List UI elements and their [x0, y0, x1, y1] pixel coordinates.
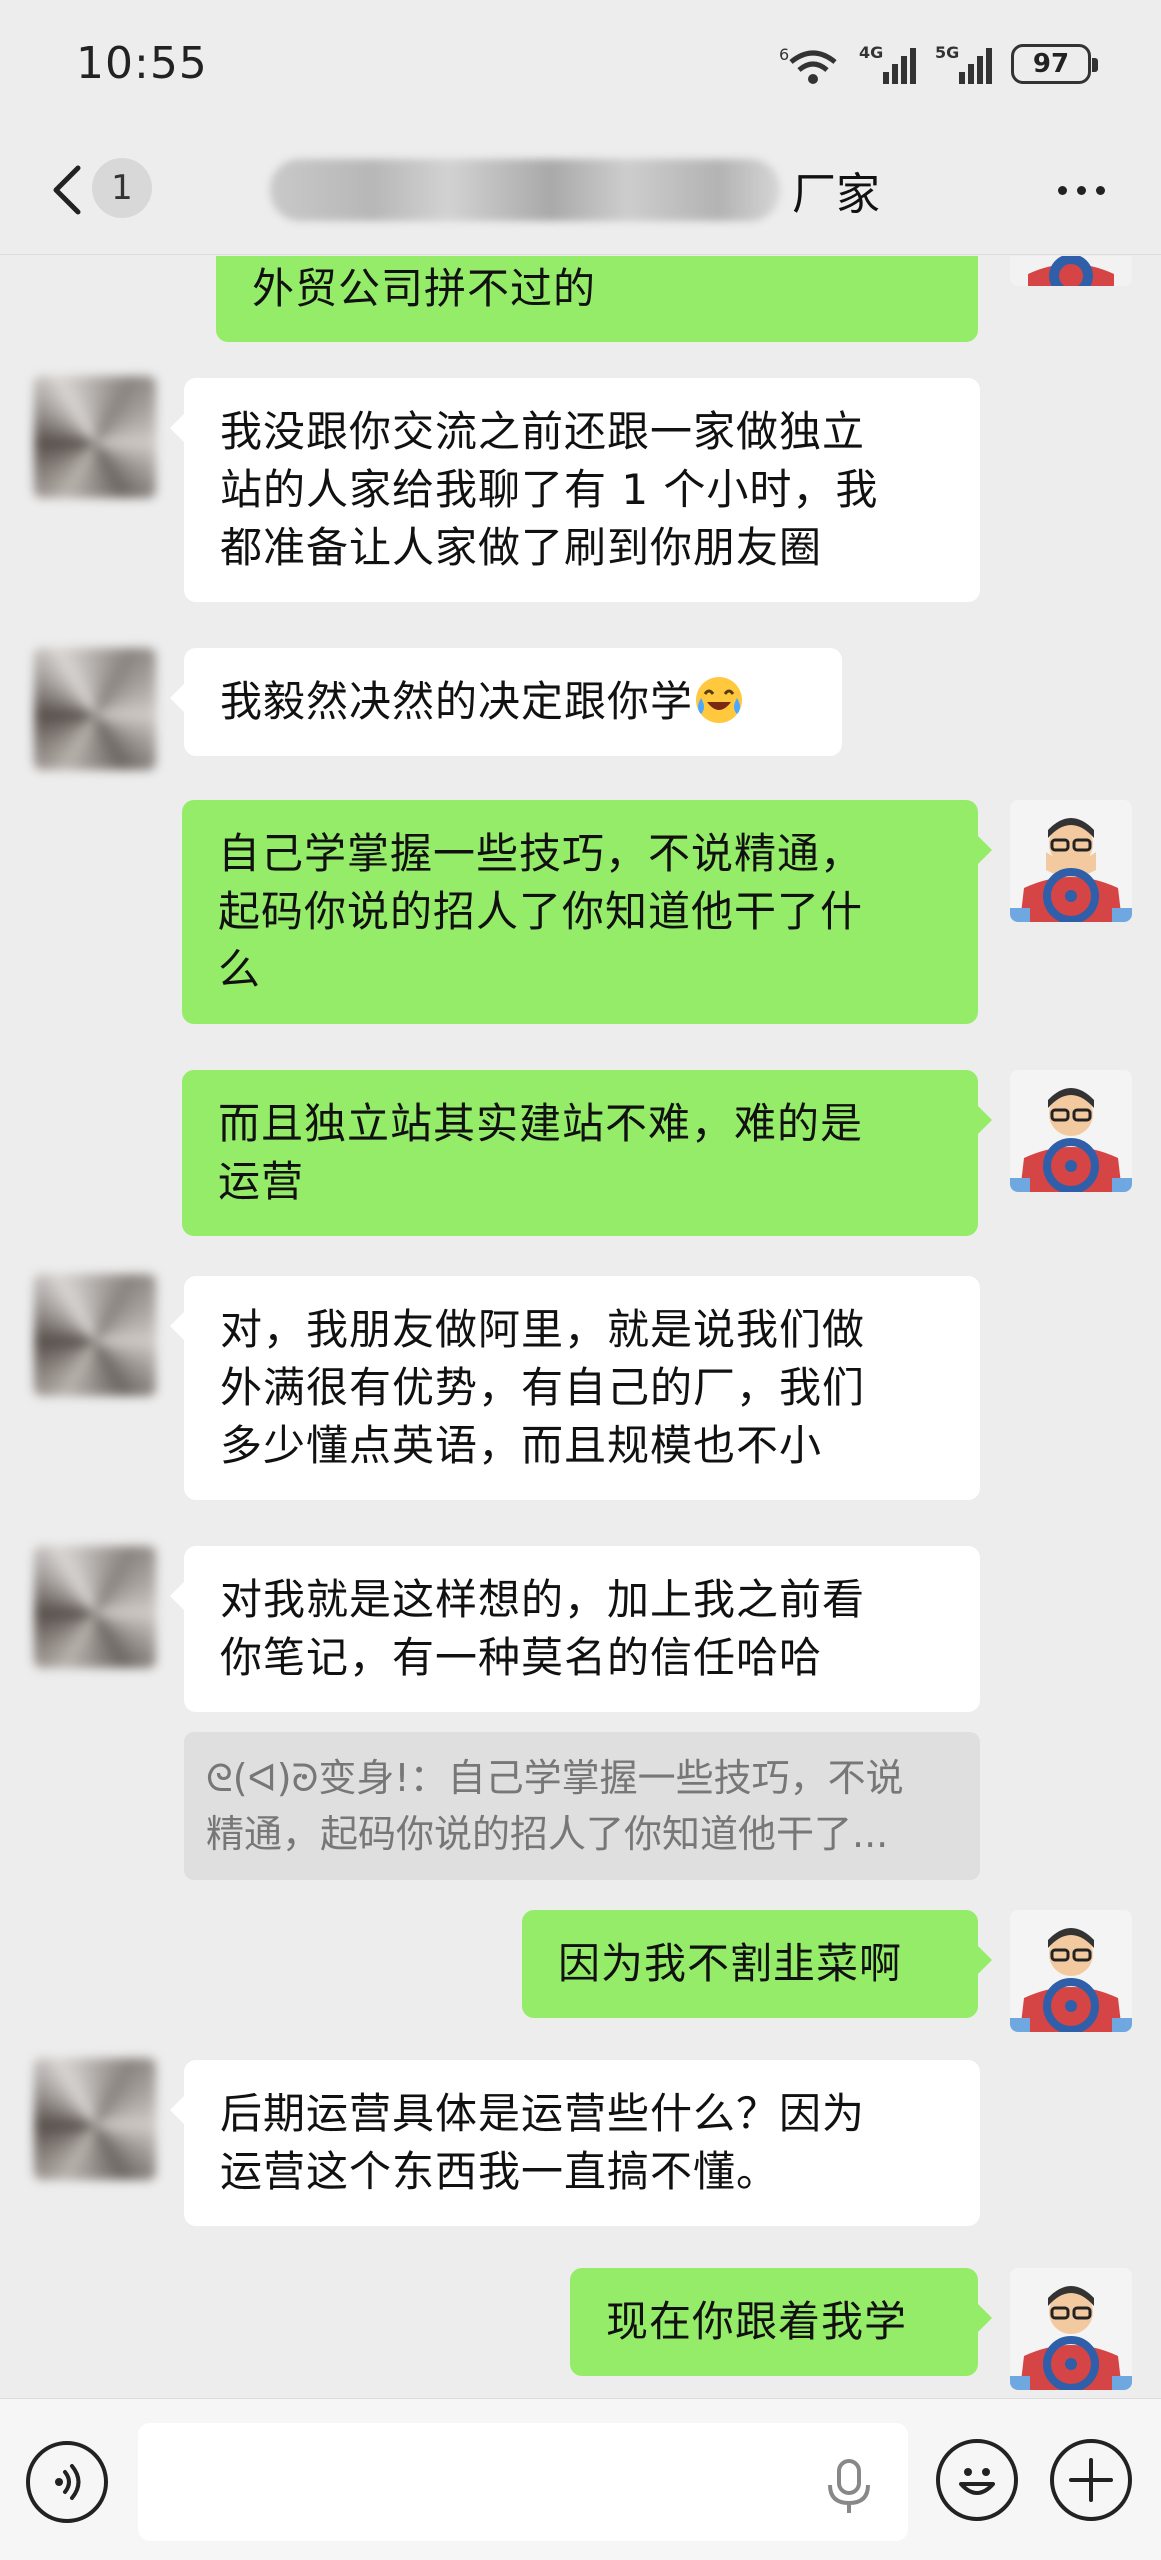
chat-title: 厂家 [270, 155, 910, 225]
message-line: 站的人家给我聊了有 1 个小时，我 [220, 465, 879, 514]
message-line: 么 [218, 945, 262, 994]
more-dots-icon[interactable] [1046, 175, 1116, 205]
my-avatar[interactable] [1010, 800, 1132, 922]
chat-message-list[interactable]: 外贸公司拼不过的 我没跟你交流之前还跟一家做独立 站的人家给我聊了有 1 个小时… [0, 256, 1161, 2398]
contact-avatar[interactable] [34, 1546, 156, 1668]
signal-5g-icon: 5G [935, 43, 992, 84]
status-time: 10:55 [76, 38, 208, 89]
back-chevron-icon[interactable] [40, 160, 100, 220]
message-bubble-out[interactable]: 自己学掌握一些技巧，不说精通， 起码你说的招人了你知道他干了什 么 [182, 800, 992, 1024]
message-line: 后期运营具体是运营些什么？因为 [220, 2089, 866, 2138]
message-line: 对，我朋友做阿里，就是说我们做 [220, 1305, 866, 1354]
wifi-6-label: 6 [779, 45, 789, 64]
contact-avatar[interactable] [34, 376, 156, 498]
chat-header: 1 厂家 [0, 130, 1161, 255]
message-line: 对我就是这样想的，加上我之前看 [220, 1575, 866, 1624]
message-line: 运营 [218, 1157, 305, 1206]
wifi-icon: 6 [779, 45, 837, 84]
my-avatar[interactable] [1010, 1910, 1132, 2032]
signal-4g-label: 4G [859, 43, 883, 62]
message-line: 多少懂点英语，而且规模也不小 [220, 1421, 823, 1470]
plus-icon[interactable] [1050, 2439, 1132, 2521]
driver-avatar-icon [1010, 2268, 1132, 2390]
message-bubble-out[interactable]: 现在你跟着我学 [570, 2268, 992, 2376]
mic-icon[interactable] [824, 2459, 874, 2515]
unread-count-badge[interactable]: 1 [92, 158, 152, 218]
message-line: 起码你说的招人了你知道他干了什 [218, 887, 864, 936]
driver-avatar-icon [1010, 256, 1132, 286]
laughing-cry-emoji [696, 677, 743, 723]
chat-title-visible-text: 厂家 [792, 169, 880, 220]
my-avatar[interactable] [1010, 256, 1132, 286]
quoted-reply[interactable]: ᘓ(ᐊ)ᘒ变身!：自己学掌握一些技巧，不说 精通，起码你说的招人了你知道他干了.… [184, 1732, 980, 1880]
quote-line: 精通，起码你说的招人了你知道他干了... [206, 1812, 889, 1856]
status-icons: 6 4G 5G 97 [779, 40, 1098, 88]
signal-5g-label: 5G [935, 43, 959, 62]
message-input[interactable] [138, 2423, 908, 2541]
message-bubble-in[interactable]: 我没跟你交流之前还跟一家做独立 站的人家给我聊了有 1 个小时，我 都准备让人家… [170, 378, 980, 602]
my-avatar[interactable] [1010, 2268, 1132, 2390]
voice-icon[interactable] [26, 2441, 108, 2523]
quote-line: ᘓ(ᐊ)ᘒ变身!：自己学掌握一些技巧，不说 [206, 1756, 904, 1800]
message-line: 都准备让人家做了刷到你朋友圈 [220, 523, 823, 572]
status-bar: 10:55 6 4G 5G 97 [0, 0, 1161, 130]
signal-4g-icon: 4G [859, 43, 916, 84]
message-bubble-in[interactable]: 对，我朋友做阿里，就是说我们做 外满很有优势，有自己的厂，我们 多少懂点英语，而… [170, 1276, 980, 1500]
message-line: 外满很有优势，有自己的厂，我们 [220, 1363, 866, 1412]
battery-level: 97 [1032, 49, 1070, 79]
message-input-bar [0, 2398, 1161, 2560]
message-bubble-out[interactable]: 外贸公司拼不过的 [216, 256, 978, 342]
message-bubble-out[interactable]: 因为我不割韭菜啊 [522, 1910, 992, 2018]
message-text: 我毅然决然的决定跟你学 [220, 677, 694, 726]
contact-avatar[interactable] [34, 2058, 156, 2180]
message-bubble-in[interactable]: 我毅然决然的决定跟你学 [170, 648, 842, 756]
message-line: 而且独立站其实建站不难，难的是 [218, 1099, 864, 1148]
driver-avatar-icon [1010, 800, 1132, 922]
battery-icon: 97 [1011, 44, 1098, 84]
message-line: 你笔记，有一种莫名的信任哈哈 [220, 1633, 823, 1682]
message-line: 自己学掌握一些技巧，不说精通， [218, 829, 864, 878]
message-bubble-in[interactable]: 后期运营具体是运营些什么？因为 运营这个东西我一直搞不懂。 [170, 2060, 980, 2226]
message-line: 我没跟你交流之前还跟一家做独立 [220, 407, 866, 456]
driver-avatar-icon [1010, 1070, 1132, 1192]
driver-avatar-icon [1010, 1910, 1132, 2032]
message-text: 现在你跟着我学 [606, 2297, 908, 2346]
message-bubble-out[interactable]: 而且独立站其实建站不难，难的是 运营 [182, 1070, 992, 1236]
emoji-face-icon[interactable] [936, 2439, 1018, 2521]
my-avatar[interactable] [1010, 1070, 1132, 1192]
message-text: 外贸公司拼不过的 [252, 264, 597, 313]
blurred-title-text [270, 159, 780, 221]
message-bubble-in[interactable]: 对我就是这样想的，加上我之前看 你笔记，有一种莫名的信任哈哈 [170, 1546, 980, 1712]
message-line: 运营这个东西我一直搞不懂。 [220, 2147, 780, 2196]
contact-avatar[interactable] [34, 1274, 156, 1396]
contact-avatar[interactable] [34, 648, 156, 770]
message-text: 因为我不割韭菜啊 [558, 1939, 903, 1988]
